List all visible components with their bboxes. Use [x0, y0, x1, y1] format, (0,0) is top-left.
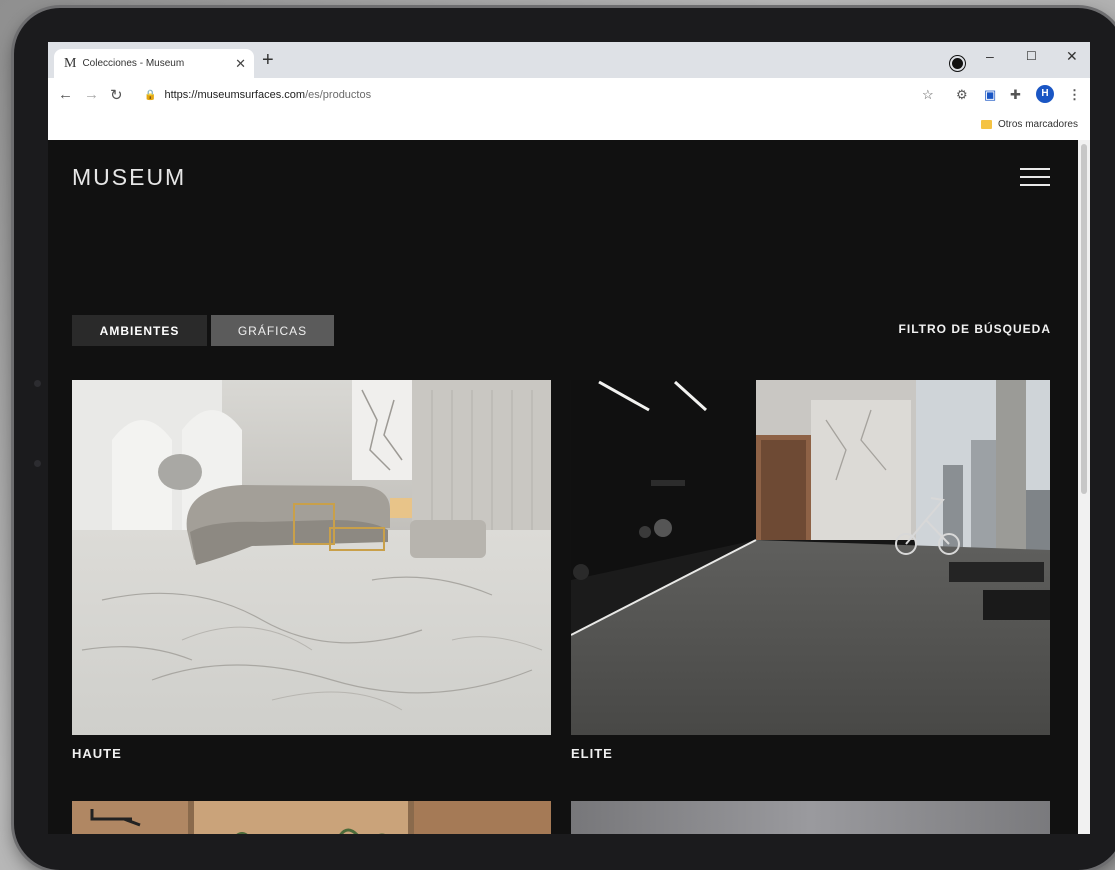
browser-menu-icon[interactable]: ⋮: [1068, 87, 1081, 103]
hamburger-menu-icon[interactable]: [1020, 168, 1050, 188]
bathroom-render: [72, 801, 551, 834]
browser-window: M Colecciones - Museum ✕ + – ☐ ✕ ← → ↻ 🔒…: [48, 42, 1090, 834]
profile-avatar[interactable]: H: [1036, 85, 1054, 103]
other-bookmarks-label: Otros marcadores: [997, 119, 1078, 130]
web-page: MUSEUM AMBIENTES GRÁFICAS FILTRO DE BÚSQ…: [48, 140, 1078, 834]
bookmarks-bar: Otros marcadores: [48, 112, 1090, 140]
extension-cast-icon[interactable]: ▣: [984, 87, 996, 103]
reload-icon[interactable]: ↻: [110, 86, 123, 104]
minimize-icon[interactable]: –: [986, 48, 994, 64]
browser-tab[interactable]: M Colecciones - Museum ✕: [54, 49, 254, 78]
url-path: /es/productos: [305, 89, 372, 101]
extension-gear-icon[interactable]: ⚙: [956, 87, 968, 103]
url-host: https://museumsurfaces.com: [164, 89, 306, 101]
collection-image-row2-right[interactable]: [571, 801, 1050, 834]
page-scrollbar[interactable]: [1078, 140, 1090, 834]
close-window-icon[interactable]: ✕: [1066, 48, 1078, 65]
museum-favicon-icon: M: [64, 55, 77, 71]
maximize-icon[interactable]: ☐: [1026, 49, 1037, 63]
record-indicator-icon[interactable]: [950, 56, 965, 71]
bookmark-star-icon[interactable]: ☆: [922, 87, 934, 103]
gym-room-render: [571, 380, 1050, 735]
sensor-dot: [34, 460, 41, 467]
tab-graficas[interactable]: GRÁFICAS: [211, 315, 334, 346]
collection-name-haute[interactable]: HAUTE: [72, 746, 122, 761]
lock-icon: 🔒: [144, 89, 157, 101]
tab-strip: M Colecciones - Museum ✕ + – ☐ ✕: [48, 42, 1090, 78]
tab-title: Colecciones - Museum: [82, 58, 185, 69]
collection-image-elite[interactable]: [571, 380, 1050, 735]
folder-icon: [980, 120, 992, 129]
other-bookmarks[interactable]: Otros marcadores: [980, 119, 1078, 130]
address-bar[interactable]: 🔒 https://museumsurfaces.com/es/producto…: [140, 83, 920, 107]
close-tab-icon[interactable]: ✕: [235, 56, 246, 72]
collection-name-elite[interactable]: ELITE: [571, 746, 613, 761]
browser-toolbar: ← → ↻ 🔒 https://museumsurfaces.com/es/pr…: [48, 78, 1090, 113]
back-arrow-icon[interactable]: ←: [58, 86, 73, 103]
camera-dot: [34, 380, 41, 387]
search-filter-link[interactable]: FILTRO DE BÚSQUEDA: [899, 322, 1051, 336]
collection-image-haute[interactable]: [72, 380, 551, 735]
site-logo[interactable]: MUSEUM: [72, 164, 186, 191]
scrollbar-thumb[interactable]: [1081, 144, 1087, 494]
collection-image-row2-left[interactable]: [72, 801, 551, 834]
living-room-render: [72, 380, 551, 735]
extensions-puzzle-icon[interactable]: ✚: [1010, 87, 1021, 103]
tab-ambientes[interactable]: AMBIENTES: [72, 315, 207, 346]
new-tab-button[interactable]: +: [262, 50, 274, 70]
forward-arrow-icon[interactable]: →: [84, 86, 99, 103]
